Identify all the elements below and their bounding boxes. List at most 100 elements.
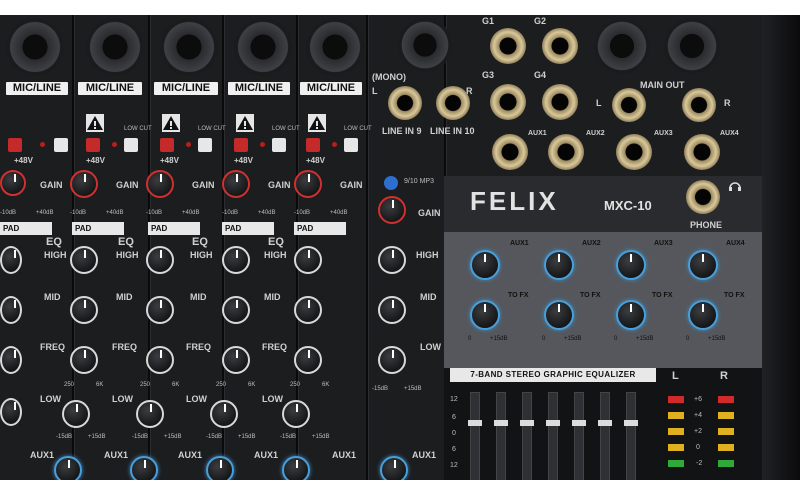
- aux-send-knob[interactable]: [544, 250, 574, 280]
- mid-knob[interactable]: [222, 296, 250, 324]
- aux1-knob[interactable]: [206, 456, 234, 480]
- pad-switch[interactable]: PAD: [222, 222, 274, 235]
- freq-knob[interactable]: [222, 346, 250, 374]
- to-fx-knob[interactable]: [616, 300, 646, 330]
- mid-knob[interactable]: [146, 296, 174, 324]
- lowcut-label: LOW CUT: [124, 126, 152, 132]
- lowcut-button[interactable]: [344, 138, 358, 152]
- aux-out-jack[interactable]: [616, 134, 652, 170]
- gain-max: +40dB: [106, 210, 124, 216]
- lowcut-button[interactable]: [198, 138, 212, 152]
- aux-out-label: AUX3: [654, 130, 673, 137]
- eq-fader-cap[interactable]: [598, 420, 612, 426]
- to-fx-knob[interactable]: [544, 300, 574, 330]
- xlr-input[interactable]: [6, 18, 64, 76]
- group-jack[interactable]: [542, 84, 578, 120]
- group-jack[interactable]: [490, 28, 526, 64]
- freq-knob[interactable]: [294, 346, 322, 374]
- xlr-input[interactable]: [398, 18, 452, 72]
- mid-label: MID: [116, 292, 133, 302]
- phone-jack[interactable]: [686, 180, 720, 214]
- low-knob[interactable]: [0, 398, 22, 426]
- high-knob[interactable]: [222, 246, 250, 274]
- phantom-button[interactable]: [8, 138, 22, 152]
- pad-switch[interactable]: PAD: [72, 222, 124, 235]
- gain-knob[interactable]: [294, 170, 322, 198]
- gain-knob[interactable]: [146, 170, 174, 198]
- high-knob[interactable]: [378, 246, 406, 274]
- group-jack[interactable]: [490, 84, 526, 120]
- aux-send-knob[interactable]: [616, 250, 646, 280]
- mid-label: MID: [420, 292, 437, 302]
- mid-knob[interactable]: [294, 296, 322, 324]
- main-out-jack[interactable]: [612, 88, 646, 122]
- freq-knob[interactable]: [70, 346, 98, 374]
- eq-fader-cap[interactable]: [520, 420, 534, 426]
- low-knob[interactable]: [378, 346, 406, 374]
- gain-knob[interactable]: [0, 170, 26, 196]
- phantom-button[interactable]: [306, 138, 320, 152]
- xlr-input[interactable]: [234, 18, 292, 76]
- eq-fader-cap[interactable]: [572, 420, 586, 426]
- aux1-knob[interactable]: [130, 456, 158, 480]
- lowcut-button[interactable]: [272, 138, 286, 152]
- pad-switch[interactable]: PAD: [294, 222, 346, 235]
- aux-out-jack[interactable]: [492, 134, 528, 170]
- freq-knob[interactable]: [146, 346, 174, 374]
- eq-fader-cap[interactable]: [624, 420, 638, 426]
- aux-send-knob[interactable]: [688, 250, 718, 280]
- low-knob[interactable]: [136, 400, 164, 428]
- pad-switch[interactable]: PAD: [0, 222, 52, 235]
- meter-led: [718, 428, 734, 435]
- phantom-button[interactable]: [86, 138, 100, 152]
- knob-min: 0: [468, 336, 472, 342]
- xlr-input[interactable]: [86, 18, 144, 76]
- aux-out-jack[interactable]: [684, 134, 720, 170]
- low-knob[interactable]: [282, 400, 310, 428]
- to-fx-knob[interactable]: [470, 300, 500, 330]
- main-out-left[interactable]: [594, 18, 650, 74]
- aux1-label: AUX1: [30, 450, 55, 460]
- gain-min: -10dB: [294, 210, 311, 216]
- lowcut-button[interactable]: [54, 138, 68, 152]
- aux-out-jack[interactable]: [548, 134, 584, 170]
- to-fx-knob[interactable]: [688, 300, 718, 330]
- xlr-input[interactable]: [306, 18, 364, 76]
- low-knob[interactable]: [62, 400, 90, 428]
- aux1-knob[interactable]: [282, 456, 310, 480]
- freq-knob[interactable]: [0, 346, 22, 374]
- aux-send-label: AUX4: [726, 240, 745, 247]
- low-knob[interactable]: [210, 400, 238, 428]
- aux1-knob[interactable]: [54, 456, 82, 480]
- mp3-button[interactable]: [384, 176, 398, 190]
- pad-switch[interactable]: PAD: [148, 222, 200, 235]
- group-jack[interactable]: [542, 28, 578, 64]
- eq-label: EQ: [118, 236, 134, 248]
- eq-fader-cap[interactable]: [546, 420, 560, 426]
- eq-max: +15dB: [312, 434, 330, 440]
- high-knob[interactable]: [0, 246, 22, 274]
- line-in-9-jack[interactable]: [388, 86, 422, 120]
- eq-fader-cap[interactable]: [468, 420, 482, 426]
- aux-send-knob[interactable]: [470, 250, 500, 280]
- phantom-button[interactable]: [234, 138, 248, 152]
- headphone-icon: [728, 178, 742, 191]
- xlr-input[interactable]: [160, 18, 218, 76]
- phantom-button[interactable]: [160, 138, 174, 152]
- aux1-knob[interactable]: [380, 456, 408, 480]
- main-out-right[interactable]: [664, 18, 720, 74]
- high-knob[interactable]: [70, 246, 98, 274]
- mid-knob[interactable]: [378, 296, 406, 324]
- channel-label: MIC/LINE: [78, 82, 142, 95]
- line-in-10-jack[interactable]: [436, 86, 470, 120]
- high-knob[interactable]: [294, 246, 322, 274]
- lowcut-button[interactable]: [124, 138, 138, 152]
- gain-knob[interactable]: [70, 170, 98, 198]
- mid-knob[interactable]: [0, 296, 22, 324]
- gain-knob[interactable]: [378, 196, 406, 224]
- eq-fader-cap[interactable]: [494, 420, 508, 426]
- main-out-jack[interactable]: [682, 88, 716, 122]
- gain-knob[interactable]: [222, 170, 250, 198]
- mid-knob[interactable]: [70, 296, 98, 324]
- high-knob[interactable]: [146, 246, 174, 274]
